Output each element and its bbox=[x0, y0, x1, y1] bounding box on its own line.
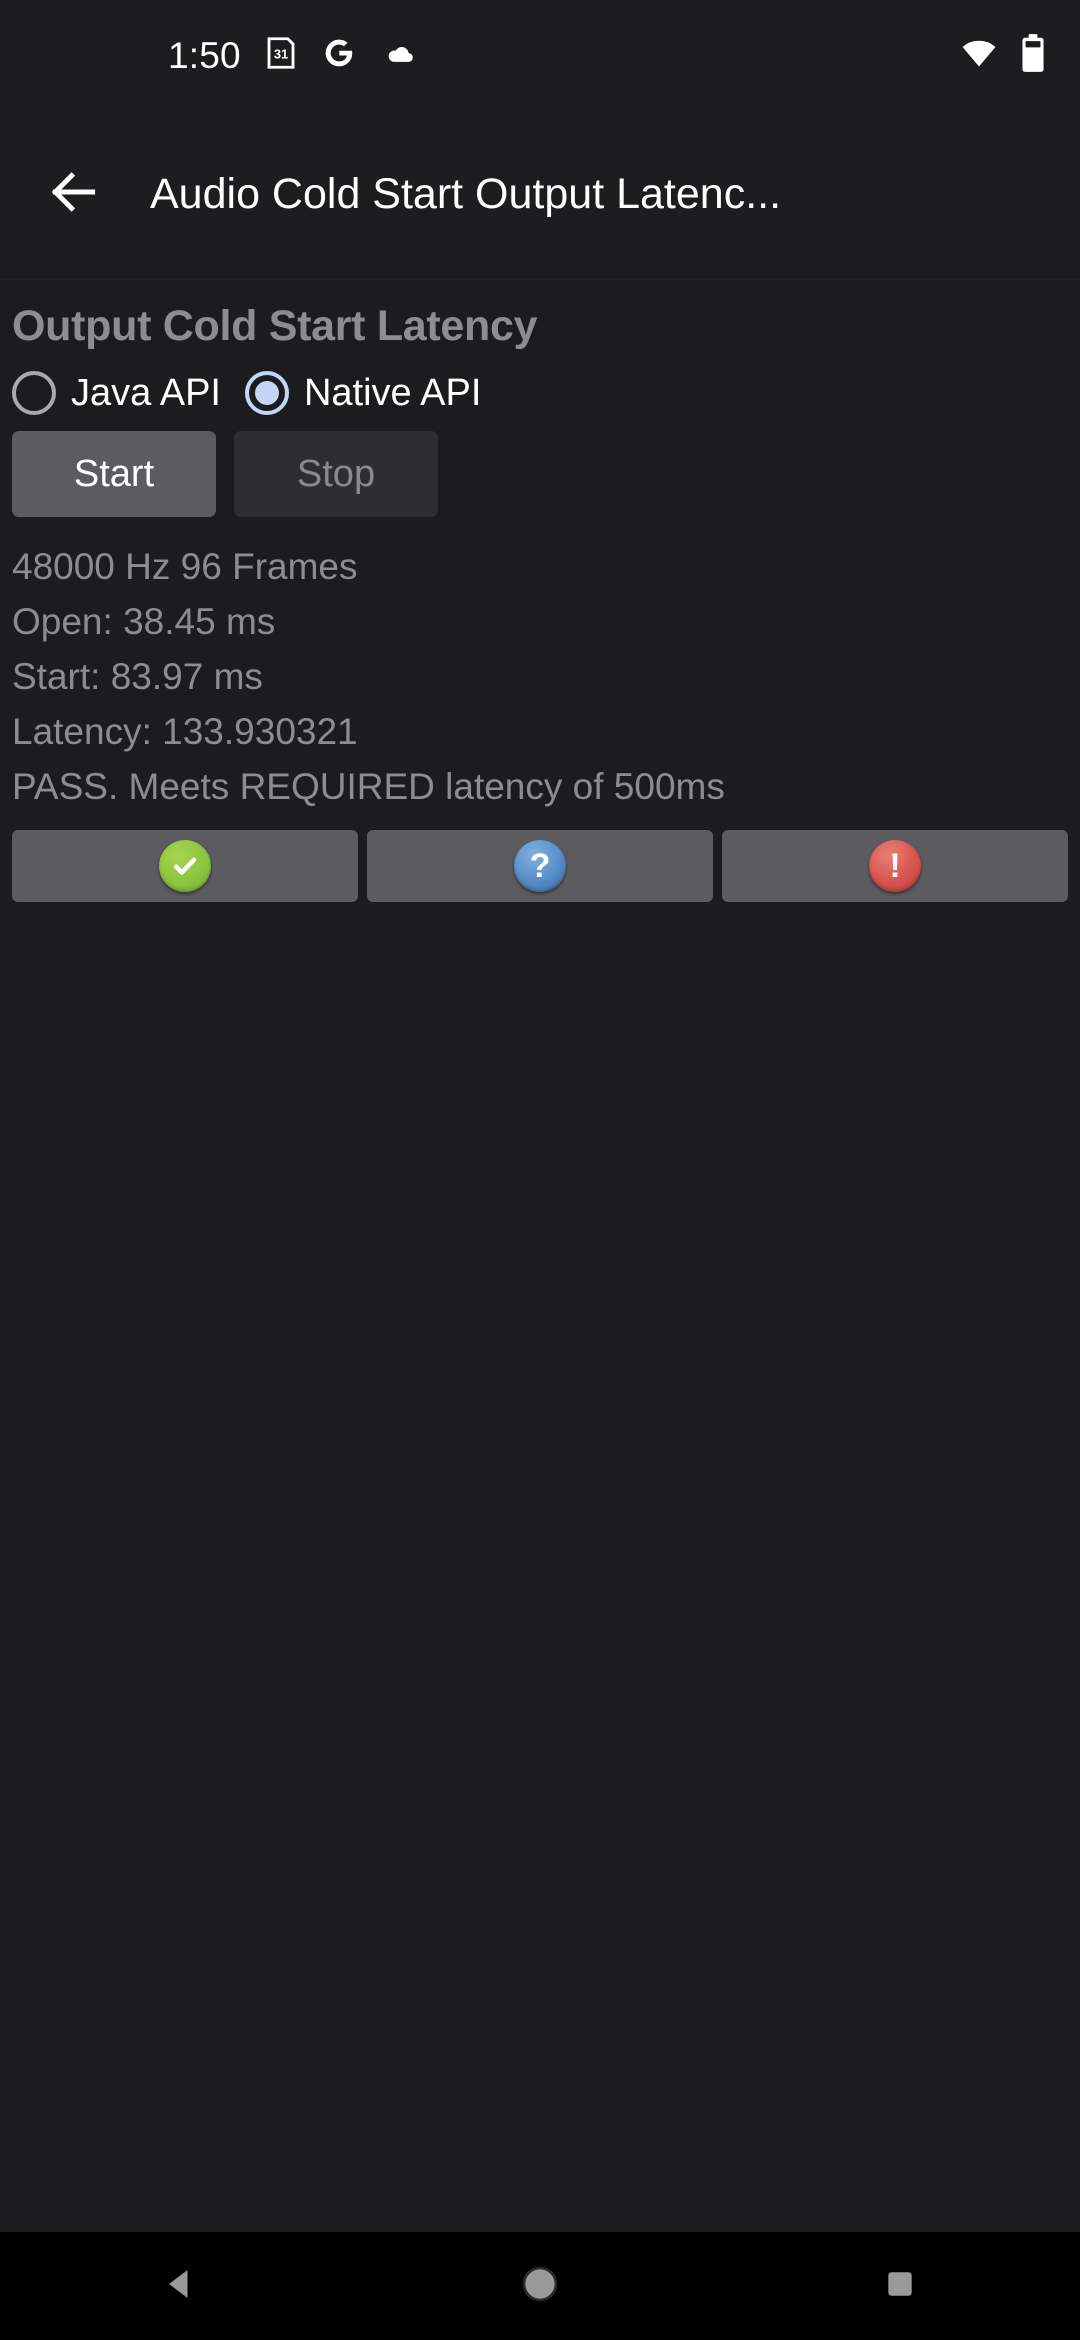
app-bar: Audio Cold Start Output Latenc... bbox=[0, 110, 1080, 280]
pass-button[interactable] bbox=[12, 830, 358, 902]
nav-recents-button[interactable] bbox=[810, 2232, 990, 2340]
result-text-block: 48000 Hz 96 Frames Open: 38.45 ms Start:… bbox=[12, 517, 1068, 814]
result-line-verdict: PASS. Meets REQUIRED latency of 500ms bbox=[12, 766, 725, 807]
phone-screen: 1:50 31 Audio Cold Start Output Latenc..… bbox=[0, 0, 1080, 2340]
main-content: Output Cold Start Latency Java API Nativ… bbox=[0, 280, 1080, 2232]
svg-text:31: 31 bbox=[274, 46, 288, 61]
back-button[interactable] bbox=[18, 139, 130, 251]
unknown-button[interactable]: ? bbox=[367, 830, 713, 902]
result-line-latency: Latency: 133.930321 bbox=[12, 711, 358, 752]
warning-circle-icon: ! bbox=[869, 840, 921, 892]
status-clock: 1:50 bbox=[168, 34, 241, 76]
radio-option-java-api[interactable]: Java API bbox=[12, 371, 221, 415]
nav-home-icon bbox=[519, 2263, 561, 2310]
result-line-sample-rate: 48000 Hz 96 Frames bbox=[12, 546, 358, 587]
radio-button-java-api[interactable] bbox=[12, 371, 56, 415]
radio-button-native-api[interactable] bbox=[244, 371, 289, 415]
nav-recents-icon bbox=[882, 2266, 918, 2307]
result-line-start: Start: 83.97 ms bbox=[12, 656, 263, 697]
page-title: Audio Cold Start Output Latenc... bbox=[150, 170, 782, 218]
result-icon-button-row: ? ! bbox=[12, 814, 1068, 902]
nav-home-button[interactable] bbox=[450, 2232, 630, 2340]
back-arrow-icon bbox=[46, 164, 102, 225]
status-bar-right bbox=[960, 33, 1046, 78]
section-heading: Output Cold Start Latency bbox=[12, 302, 538, 350]
check-circle-icon bbox=[159, 840, 211, 892]
google-g-icon bbox=[321, 35, 357, 76]
calendar-31-icon: 31 bbox=[263, 35, 299, 76]
android-navigation-bar bbox=[0, 2232, 1080, 2340]
fail-button[interactable]: ! bbox=[722, 830, 1068, 902]
status-bar-left: 1:50 31 bbox=[168, 34, 417, 77]
radio-label-java-api: Java API bbox=[71, 371, 221, 414]
question-circle-icon: ? bbox=[514, 840, 566, 892]
battery-icon bbox=[1020, 33, 1046, 78]
radio-label-native-api: Native API bbox=[303, 371, 482, 414]
result-line-open: Open: 38.45 ms bbox=[12, 601, 276, 642]
api-radio-group: Java API Native API bbox=[12, 357, 1068, 425]
wifi-icon bbox=[960, 34, 998, 77]
radio-option-native-api[interactable]: Native API bbox=[244, 371, 482, 415]
start-button[interactable]: Start bbox=[12, 431, 216, 517]
nav-back-icon bbox=[160, 2264, 200, 2309]
cloud-icon bbox=[379, 34, 417, 77]
nav-back-button[interactable] bbox=[90, 2232, 270, 2340]
stop-button: Stop bbox=[234, 431, 438, 517]
status-bar: 1:50 31 bbox=[0, 0, 1080, 110]
action-button-row: Start Stop bbox=[12, 425, 1068, 517]
